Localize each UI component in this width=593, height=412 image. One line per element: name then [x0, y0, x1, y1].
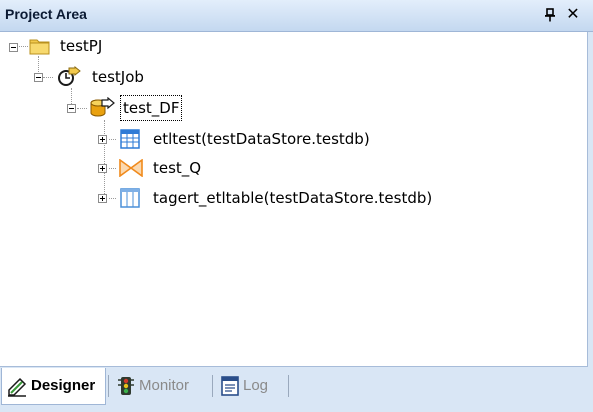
panel-title-bar: Project Area ✕ [0, 0, 593, 32]
tab-label: Designer [31, 377, 96, 394]
dataflow-icon [90, 97, 115, 117]
tree-node-dataflow[interactable]: test_DF [0, 95, 300, 121]
tree-node-label: test_Q [153, 159, 202, 177]
tab-separator [212, 375, 213, 397]
close-icon[interactable]: ✕ [564, 4, 582, 24]
project-tree[interactable]: testPJ testJob test_DF etltest(testDataS… [0, 32, 588, 367]
tab-separator [108, 375, 109, 397]
tree-node-label: testPJ [60, 37, 103, 55]
expand-toggle[interactable] [98, 194, 107, 203]
tab-label: Log [243, 377, 269, 394]
tree-node-label: etltest(testDataStore.testdb) [153, 130, 370, 148]
tree-node-label: test_DF [119, 95, 183, 121]
query-icon [119, 159, 143, 177]
pin-icon[interactable] [543, 8, 557, 22]
project-area-panel: Project Area ✕ testPJ testJob test_DF et… [0, 0, 593, 412]
tab-monitor[interactable]: Monitor [113, 368, 208, 404]
tree-node-query[interactable]: test_Q [0, 156, 500, 180]
target-table-icon [120, 188, 140, 208]
tree-node-source-table[interactable]: etltest(testDataStore.testdb) [0, 127, 500, 151]
tab-designer[interactable]: Designer [1, 368, 106, 405]
expand-toggle[interactable] [98, 164, 107, 173]
collapse-toggle[interactable] [9, 43, 18, 52]
designer-icon [8, 377, 27, 397]
collapse-toggle[interactable] [34, 73, 43, 82]
tab-label: Monitor [139, 377, 190, 394]
tab-separator [288, 375, 289, 397]
tree-node-label: tagert_etltable(testDataStore.testdb) [153, 189, 433, 207]
bottom-tab-strip: Designer Monitor Log [0, 367, 593, 412]
expand-toggle[interactable] [98, 135, 107, 144]
tab-log[interactable]: Log [217, 368, 283, 404]
job-icon [58, 66, 81, 86]
collapse-toggle[interactable] [67, 104, 76, 113]
traffic-light-icon [118, 377, 134, 395]
tree-node-job[interactable]: testJob [0, 65, 300, 89]
tree-node-target-table[interactable]: tagert_etltable(testDataStore.testdb) [0, 186, 500, 210]
tree-node-label: testJob [92, 68, 144, 86]
log-icon [221, 376, 239, 396]
panel-title: Project Area [5, 6, 87, 22]
source-table-icon [120, 129, 140, 149]
folder-icon [29, 39, 50, 55]
tree-node-project[interactable]: testPJ [0, 34, 300, 58]
